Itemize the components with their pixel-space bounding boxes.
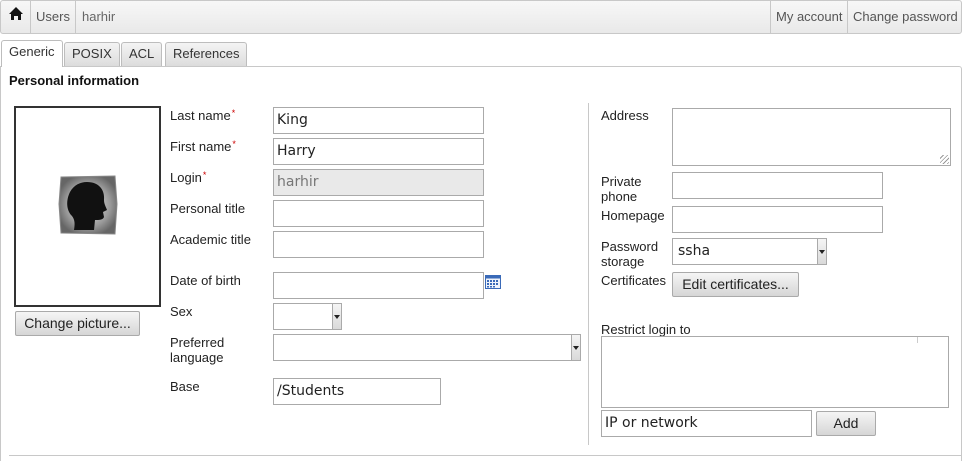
preferred-language-select[interactable] <box>273 334 581 361</box>
academic-title-label: Academic title <box>170 232 251 247</box>
date-of-birth-label: Date of birth <box>170 273 241 288</box>
required-marker: * <box>231 108 236 118</box>
my-account-link[interactable]: My account <box>770 1 847 33</box>
private-phone-label: Private phone <box>601 174 642 204</box>
add-button[interactable]: Add <box>816 411 876 436</box>
top-navigation-bar: Users harhir My account Change password <box>0 0 962 34</box>
sex-label: Sex <box>170 304 193 319</box>
change-picture-button[interactable]: Change picture... <box>15 311 140 336</box>
tab-generic[interactable]: Generic <box>1 40 63 67</box>
password-storage-label: Password storage <box>601 239 659 269</box>
ip-network-field[interactable]: IP or network <box>601 410 812 437</box>
chevron-down-icon <box>571 335 580 360</box>
address-label: Address <box>601 108 649 123</box>
homepage-label: Homepage <box>601 208 665 223</box>
edit-certificates-button[interactable]: Edit certificates... <box>672 272 799 297</box>
first-name-label-text: First name <box>170 139 232 154</box>
login-label: Login* <box>170 170 206 185</box>
restrict-login-label: Restrict login to <box>601 322 691 337</box>
home-button[interactable] <box>1 1 31 33</box>
last-name-label: Last name* <box>170 108 235 123</box>
password-storage-value: ssha <box>678 243 711 259</box>
certificates-label: Certificates <box>601 273 667 288</box>
user-picture <box>14 106 161 307</box>
change-password-link[interactable]: Change password <box>847 1 962 33</box>
base-label: Base <box>170 379 200 394</box>
chevron-down-icon <box>817 239 826 264</box>
list-divider <box>917 337 918 343</box>
users-link[interactable]: Users <box>31 1 76 33</box>
login-label-text: Login <box>170 170 202 185</box>
base-field[interactable]: /Students <box>273 378 441 405</box>
address-textarea[interactable] <box>672 108 951 166</box>
breadcrumb: harhir <box>82 9 116 24</box>
required-marker: * <box>232 139 236 149</box>
tab-acl[interactable]: ACL <box>121 42 163 66</box>
user-silhouette-icon <box>57 174 119 239</box>
sex-select[interactable] <box>273 303 342 330</box>
tab-references[interactable]: References <box>165 42 248 66</box>
password-storage-select[interactable]: ssha <box>672 238 827 265</box>
login-field: harhir <box>273 169 484 196</box>
last-name-field[interactable]: King <box>273 107 484 134</box>
first-name-field[interactable]: Harry <box>273 138 484 165</box>
resize-handle-icon[interactable] <box>940 155 949 164</box>
tab-posix[interactable]: POSIX <box>64 42 120 66</box>
date-of-birth-field[interactable] <box>273 272 484 299</box>
personal-title-label: Personal title <box>170 201 246 216</box>
restrict-login-list[interactable] <box>601 336 949 408</box>
personal-title-field[interactable] <box>273 200 484 227</box>
section-divider <box>9 455 961 456</box>
academic-title-field[interactable] <box>273 231 484 258</box>
first-name-label: First name* <box>170 139 236 154</box>
calendar-icon[interactable] <box>485 275 501 292</box>
last-name-label-text: Last name <box>170 108 231 123</box>
required-marker: * <box>202 170 207 180</box>
chevron-down-icon <box>332 304 341 329</box>
private-phone-field[interactable] <box>672 172 883 199</box>
column-divider <box>588 103 589 445</box>
homepage-field[interactable] <box>672 206 883 233</box>
preferred-language-label: Preferred language <box>170 335 225 365</box>
home-icon <box>8 1 24 33</box>
section-title: Personal information <box>9 73 140 88</box>
